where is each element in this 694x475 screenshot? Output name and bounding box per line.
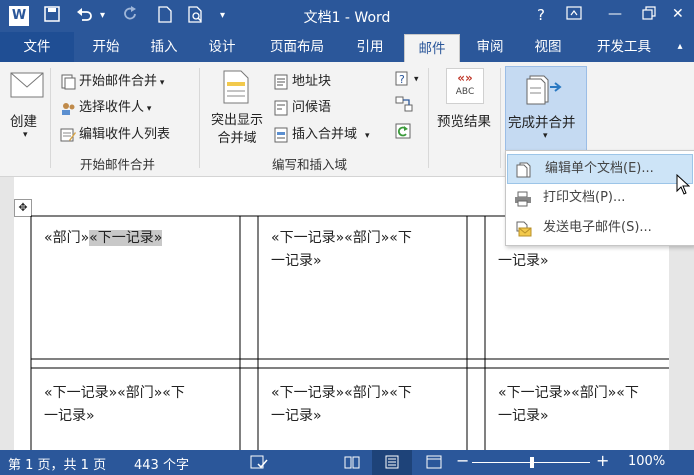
group-divider [50,68,51,168]
chevron-down-icon: ▾ [414,74,419,85]
rules-button[interactable]: ? ▾ [395,70,419,86]
close-icon[interactable]: ✕ [672,6,684,22]
create-dropdown-icon[interactable]: ▾ [23,130,28,140]
word-count[interactable]: 443 个字 [134,454,189,473]
table-cell-text: 一记录» [498,253,549,269]
selected-merge-field: «下一记录» [89,230,163,246]
group-divider [428,68,429,168]
finish-merge-button[interactable]: 完成并合并 ▾ [505,66,587,152]
menu-item-send-email[interactable]: 发送电子邮件(S)... [506,214,694,242]
read-mode-icon[interactable] [344,455,360,473]
update-labels-icon [395,123,411,139]
mouse-cursor-icon [676,173,691,200]
create-button[interactable]: 创建 [10,110,37,130]
zoom-in-button[interactable]: + [596,451,609,470]
svg-text:?: ? [399,73,405,86]
proofing-icon[interactable] [250,455,268,474]
finish-merge-dropdown: 编辑单个文档(E)... 打印文档(P)... 发送电子邮件(S)... [505,150,694,246]
select-recipients-button[interactable]: 选择收件人 ▾ [60,96,151,116]
group-label-write-insert-fields: 编写和插入域 [272,157,348,172]
preview-results-button[interactable]: 预览结果 [437,110,491,130]
menu-item-edit-individual-documents[interactable]: 编辑单个文档(E)... [507,154,693,184]
group-divider [500,68,501,168]
tab-design[interactable]: 设计 [200,32,244,62]
start-merge-icon [60,74,76,90]
insert-field-icon [273,127,289,143]
print-layout-icon[interactable] [372,450,412,475]
chevron-down-icon: ▾ [157,78,165,88]
minimize-icon[interactable]: — [608,6,622,22]
table-cell-text: «部门»«下一记录» [44,230,163,246]
preview-results-icon[interactable]: «» ABC [446,68,484,104]
tab-view[interactable]: 视图 [526,32,570,62]
table-cell-text: «下一记录»«部门»«下 一记录» [498,385,639,424]
table-cell-text: «下一记录»«部门»«下 一记录» [271,385,412,424]
match-fields-button[interactable] [395,96,414,112]
tab-file[interactable]: 文件 [0,32,74,62]
window-title: 文档1 - Word [303,10,391,26]
highlight-merge-fields-button[interactable]: 突出显示 合并域 [205,112,269,148]
menu-item-print-documents[interactable]: 打印文档(P)... [506,184,694,212]
chevron-down-icon: ▾ [365,131,370,141]
title-bar: W ▾ ▾ 文档1 - Word ? — ✕ [0,0,694,32]
update-labels-button[interactable] [395,123,414,139]
match-fields-icon [395,96,413,112]
tab-page-layout[interactable]: 页面布局 [262,32,332,62]
address-block-button[interactable]: 地址块 [273,70,331,90]
chevron-down-icon: ▾ [144,104,152,114]
tab-insert[interactable]: 插入 [142,32,186,62]
tab-review[interactable]: 审阅 [468,32,512,62]
finish-merge-icon [526,73,564,109]
ribbon-display-options-icon[interactable] [566,6,582,24]
email-icon [514,220,532,248]
address-block-icon [273,74,289,90]
greeting-line-icon [273,100,289,116]
collapse-ribbon-icon[interactable]: ▴ [670,32,690,62]
edit-list-icon [60,127,76,143]
rules-icon: ? [395,70,411,86]
group-label-start-mail-merge: 开始邮件合并 [80,157,156,172]
table-cell-text: «下一记录»«部门»«下 一记录» [271,230,412,269]
insert-merge-field-button[interactable]: 插入合并域 ▾ [273,123,370,143]
greeting-line-button[interactable]: 问候语 [273,96,331,116]
page-count[interactable]: 第 1 页，共 1 页 [8,454,106,473]
restore-icon[interactable] [642,6,656,24]
zoom-out-button[interactable]: − [456,451,469,470]
table-cell-text: «下一记录»«部门»«下 一记录» [44,385,185,424]
start-mail-merge-button[interactable]: 开始邮件合并 ▾ [60,70,164,90]
tab-mailings[interactable]: 邮件 [404,34,460,63]
ribbon-tabs: 文件 开始 插入 设计 页面布局 引用 邮件 审阅 视图 开发工具 ▴ [0,32,694,63]
envelope-icon[interactable] [10,70,44,104]
zoom-slider-thumb[interactable] [530,457,534,468]
chevron-down-icon: ▾ [543,131,548,141]
status-bar: 第 1 页，共 1 页 443 个字 − + 100% [0,450,694,475]
web-layout-icon[interactable] [426,455,442,473]
tab-home[interactable]: 开始 [84,32,128,62]
recipients-icon [60,100,76,116]
zoom-level[interactable]: 100% [628,454,665,469]
tab-references[interactable]: 引用 [348,32,392,62]
help-icon[interactable]: ? [537,6,545,24]
group-divider [199,68,200,168]
highlight-fields-icon[interactable] [223,70,249,108]
edit-recipient-list-button[interactable]: 编辑收件人列表 [60,123,170,143]
tab-developer[interactable]: 开发工具 [588,32,660,62]
